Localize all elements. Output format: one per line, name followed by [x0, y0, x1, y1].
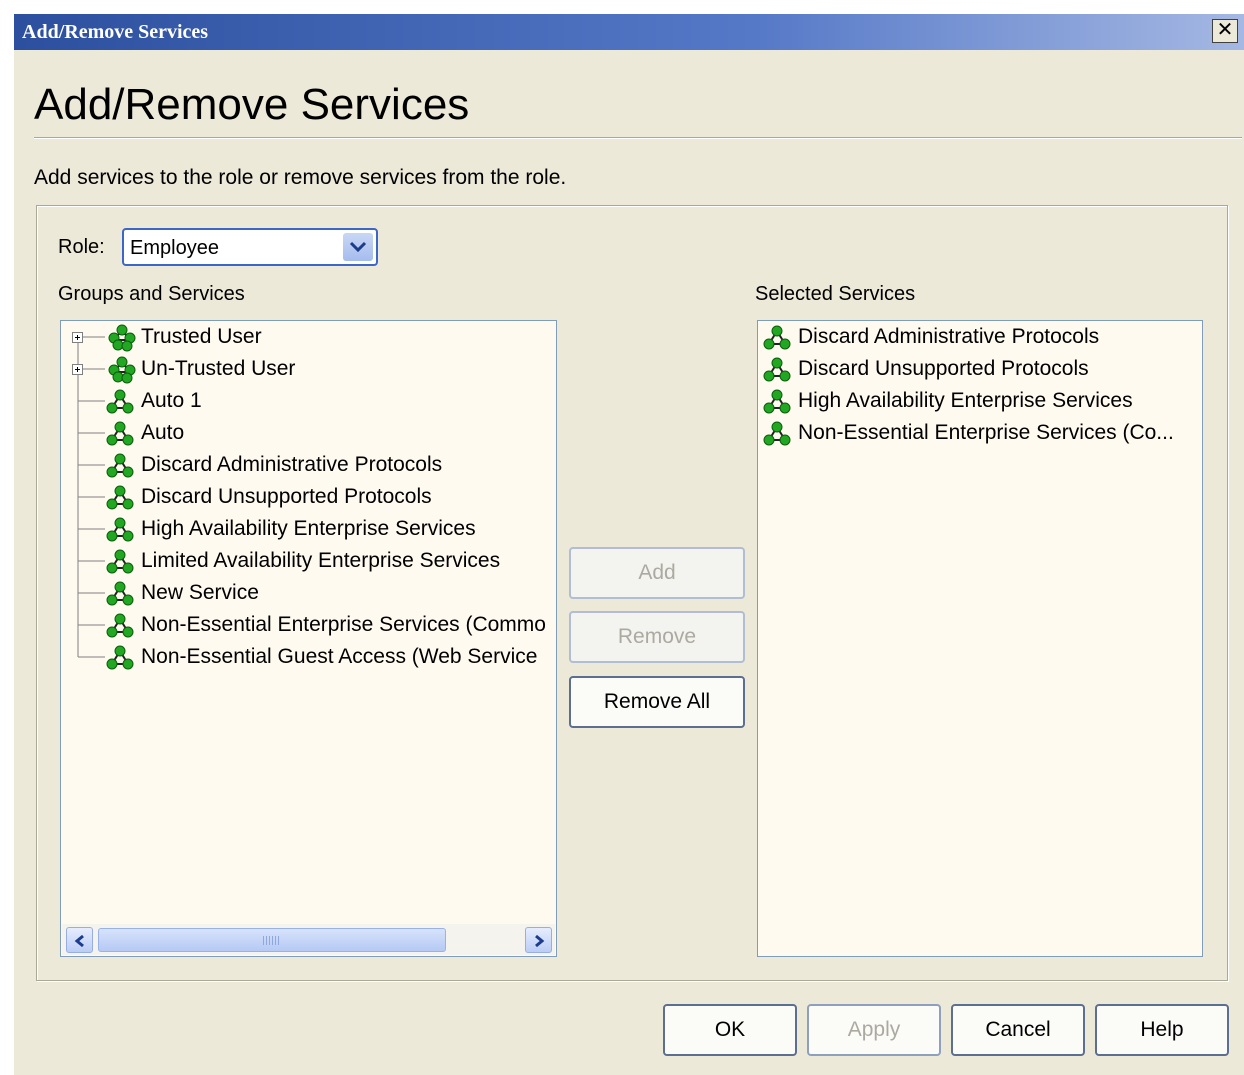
chevron-right-icon [535, 934, 545, 948]
tree-service-item[interactable]: Discard Unsupported Protocols [61, 481, 556, 513]
tree-item-label: Auto 1 [141, 389, 202, 412]
heading-divider [34, 137, 1242, 139]
window-title: Add/Remove Services [22, 21, 209, 43]
groups-services-tree[interactable]: Trusted User Un-Trusted User Auto 1 Auto Dis… [60, 320, 557, 957]
service-icon [105, 644, 135, 677]
tree-horizontal-scrollbar[interactable] [62, 924, 555, 955]
page-description: Add services to the role or remove servi… [34, 166, 567, 189]
role-dropdown-button[interactable] [343, 233, 373, 261]
scroll-thumb[interactable] [98, 928, 446, 952]
tree-item-label: New Service [141, 581, 259, 604]
tree-service-item[interactable]: Non-Essential Guest Access (Web Service [61, 641, 556, 673]
chevron-left-icon [74, 934, 84, 948]
selected-item-label: Discard Unsupported Protocols [798, 357, 1089, 380]
chevron-down-icon [349, 241, 367, 253]
tree-item-label: Discard Administrative Protocols [141, 453, 443, 476]
tree-item-label: Non-Essential Enterprise Services (Commo [141, 613, 546, 636]
apply-button[interactable]: Apply [807, 1004, 941, 1056]
tree-service-item[interactable]: Discard Administrative Protocols [61, 449, 556, 481]
title-bar[interactable]: Add/Remove Services ✕ [14, 14, 1244, 50]
dialog-window: Add/Remove Services ✕ Add/Remove Service… [14, 14, 1244, 1075]
close-icon: ✕ [1216, 19, 1234, 41]
groups-and-services-label: Groups and Services [58, 283, 245, 305]
tree-group-item[interactable]: Un-Trusted User [61, 353, 556, 385]
selected-service-item[interactable]: High Availability Enterprise Services [758, 385, 1202, 417]
role-label: Role: [58, 236, 105, 258]
expand-plus-icon[interactable] [72, 364, 83, 375]
tree-group-item[interactable]: Trusted User [61, 321, 556, 353]
selected-item-label: High Availability Enterprise Services [798, 389, 1133, 412]
role-select-value: Employee [130, 237, 219, 259]
tree-service-item[interactable]: New Service [61, 577, 556, 609]
tree-service-item[interactable]: Limited Availability Enterprise Services [61, 545, 556, 577]
tree-service-item[interactable]: High Availability Enterprise Services [61, 513, 556, 545]
tree-item-label: Limited Availability Enterprise Services [141, 549, 501, 572]
cancel-button[interactable]: Cancel [951, 1004, 1085, 1056]
add-button[interactable]: Add [569, 547, 745, 599]
close-button[interactable]: ✕ [1212, 19, 1238, 43]
selected-service-item[interactable]: Non-Essential Enterprise Services (Co... [758, 417, 1202, 449]
selected-services-list[interactable]: Discard Administrative Protocols Discard … [757, 320, 1203, 957]
scroll-right-button[interactable] [525, 927, 552, 953]
scroll-left-button[interactable] [66, 927, 93, 953]
tree-item-label: Auto [141, 421, 185, 444]
tree-service-item[interactable]: Auto [61, 417, 556, 449]
tree-service-item[interactable]: Non-Essential Enterprise Services (Commo [61, 609, 556, 641]
tree-item-label: High Availability Enterprise Services [141, 517, 476, 540]
tree-service-item[interactable]: Auto 1 [61, 385, 556, 417]
service-icon [762, 420, 792, 453]
tree-item-label: Non-Essential Guest Access (Web Service [141, 645, 538, 668]
page-heading: Add/Remove Services [34, 80, 470, 129]
selected-service-item[interactable]: Discard Unsupported Protocols [758, 353, 1202, 385]
selected-item-label: Non-Essential Enterprise Services (Co... [798, 421, 1174, 444]
ok-button[interactable]: OK [663, 1004, 797, 1056]
remove-button[interactable]: Remove [569, 611, 745, 663]
tree-item-label: Discard Unsupported Protocols [141, 485, 432, 508]
selected-item-label: Discard Administrative Protocols [798, 325, 1100, 348]
selected-service-item[interactable]: Discard Administrative Protocols [758, 321, 1202, 353]
scroll-grip [263, 936, 279, 945]
tree-item-label: Un-Trusted User [141, 357, 296, 380]
selected-services-label: Selected Services [755, 283, 916, 305]
role-select[interactable]: Employee [122, 228, 378, 266]
tree-item-label: Trusted User [141, 325, 262, 348]
expand-plus-icon[interactable] [72, 332, 83, 343]
remove-all-button[interactable]: Remove All [569, 676, 745, 728]
help-button[interactable]: Help [1095, 1004, 1229, 1056]
